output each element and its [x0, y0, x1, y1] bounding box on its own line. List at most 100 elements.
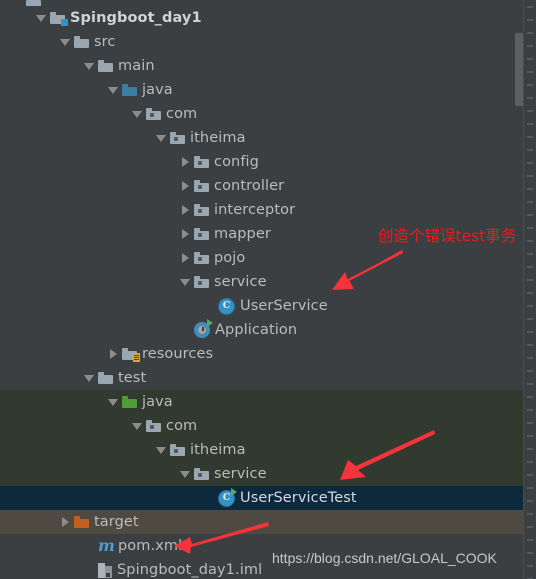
chevron-down-icon[interactable] [104, 86, 122, 94]
source-root-folder-icon [122, 84, 137, 96]
gutter-mark [527, 409, 533, 411]
gutter-mark [527, 58, 533, 60]
tree-row[interactable]: pojo [0, 246, 524, 270]
gutter-mark [527, 162, 533, 164]
tree-row[interactable]: com [0, 102, 524, 126]
note-create-error-test: 创造个错误test事务 [378, 227, 517, 245]
gutter-mark [527, 344, 533, 346]
gutter-mark [527, 305, 533, 307]
gutter-mark [527, 84, 533, 86]
chevron-right-icon[interactable] [176, 181, 194, 191]
tree-row[interactable]: interceptor [0, 198, 524, 222]
gutter-mark [527, 279, 533, 281]
tree-row-label: itheima [190, 442, 246, 458]
package-icon [194, 156, 209, 168]
gutter-mark [527, 552, 533, 554]
tree-row[interactable]: config [0, 150, 524, 174]
chevron-right-icon[interactable] [176, 229, 194, 239]
gutter-mark [527, 370, 533, 372]
tree-row[interactable]: java [0, 78, 524, 102]
gutter-mark [527, 214, 533, 216]
package-icon [194, 468, 209, 480]
tree-row-selected[interactable]: C UserServiceTest [0, 486, 524, 510]
gutter-mark [527, 318, 533, 320]
chevron-right-icon[interactable] [176, 157, 194, 167]
chevron-down-icon[interactable] [128, 110, 146, 118]
project-file-tree[interactable]: Spingboot_day1 src main java com itheima confi… [0, 0, 524, 579]
folder-icon [74, 36, 89, 48]
package-icon [146, 420, 161, 432]
gutter-mark [527, 6, 533, 8]
tree-row[interactable]: test [0, 366, 524, 390]
tree-row-label: Application [215, 322, 298, 338]
chevron-down-icon[interactable] [80, 374, 98, 382]
tree-row[interactable]: Spingboot_day1 [0, 6, 524, 30]
chevron-right-icon[interactable] [104, 349, 122, 359]
tree-row-label: interceptor [214, 202, 296, 218]
tree-row[interactable]: src [0, 30, 524, 54]
package-icon [146, 108, 161, 120]
tree-row[interactable]: Application [0, 318, 524, 342]
gutter-mark [527, 383, 533, 385]
class-icon: C [218, 297, 235, 315]
chevron-down-icon[interactable] [176, 470, 194, 478]
tree-row[interactable]: com [0, 414, 524, 438]
tree-row-label: test [118, 370, 147, 386]
tree-row[interactable]: C UserService [0, 294, 524, 318]
gutter-mark [527, 500, 533, 502]
watermark-url: https://blog.csdn.net/GLOAL_COOK [272, 550, 497, 566]
gutter-mark [527, 253, 533, 255]
package-icon [194, 204, 209, 216]
tree-row[interactable]: service [0, 270, 524, 294]
tree-row[interactable]: service [0, 462, 524, 486]
tree-row[interactable]: itheima [0, 438, 524, 462]
gutter-mark [527, 526, 533, 528]
gutter-mark [527, 240, 533, 242]
chevron-right-icon[interactable] [176, 205, 194, 215]
gutter-mark [527, 19, 533, 21]
chevron-down-icon[interactable] [56, 38, 74, 46]
tree-row[interactable]: java [0, 390, 524, 414]
gutter-mark [527, 97, 533, 99]
tree-row[interactable]: main [0, 54, 524, 78]
chevron-down-icon[interactable] [176, 278, 194, 286]
package-icon [194, 276, 209, 288]
tree-row-label: itheima [190, 130, 246, 146]
gutter-mark [527, 175, 533, 177]
package-icon [194, 252, 209, 264]
iml-module-file-icon [98, 562, 112, 578]
chevron-down-icon[interactable] [152, 134, 170, 142]
tree-row[interactable]: resources [0, 342, 524, 366]
chevron-down-icon[interactable] [80, 62, 98, 70]
gutter-mark [527, 149, 533, 151]
folder-icon [98, 372, 113, 384]
no-toggle-spacer [80, 541, 98, 552]
gutter-mark [527, 474, 533, 476]
chevron-down-icon[interactable] [32, 14, 50, 22]
tree-row-label: config [214, 154, 259, 170]
excluded-folder-icon [74, 516, 89, 528]
package-icon [170, 444, 185, 456]
gutter-mark [527, 227, 533, 229]
test-class-run-icon: C [218, 487, 237, 507]
chevron-down-icon[interactable] [128, 422, 146, 430]
chevron-right-icon[interactable] [56, 517, 74, 527]
chevron-down-icon[interactable] [104, 398, 122, 406]
tree-row[interactable]: controller [0, 174, 524, 198]
gutter-mark [527, 71, 533, 73]
tree-row[interactable]: itheima [0, 126, 524, 150]
tree-row[interactable]: target [0, 510, 524, 534]
chevron-down-icon[interactable] [152, 446, 170, 454]
chevron-right-icon[interactable] [176, 253, 194, 263]
